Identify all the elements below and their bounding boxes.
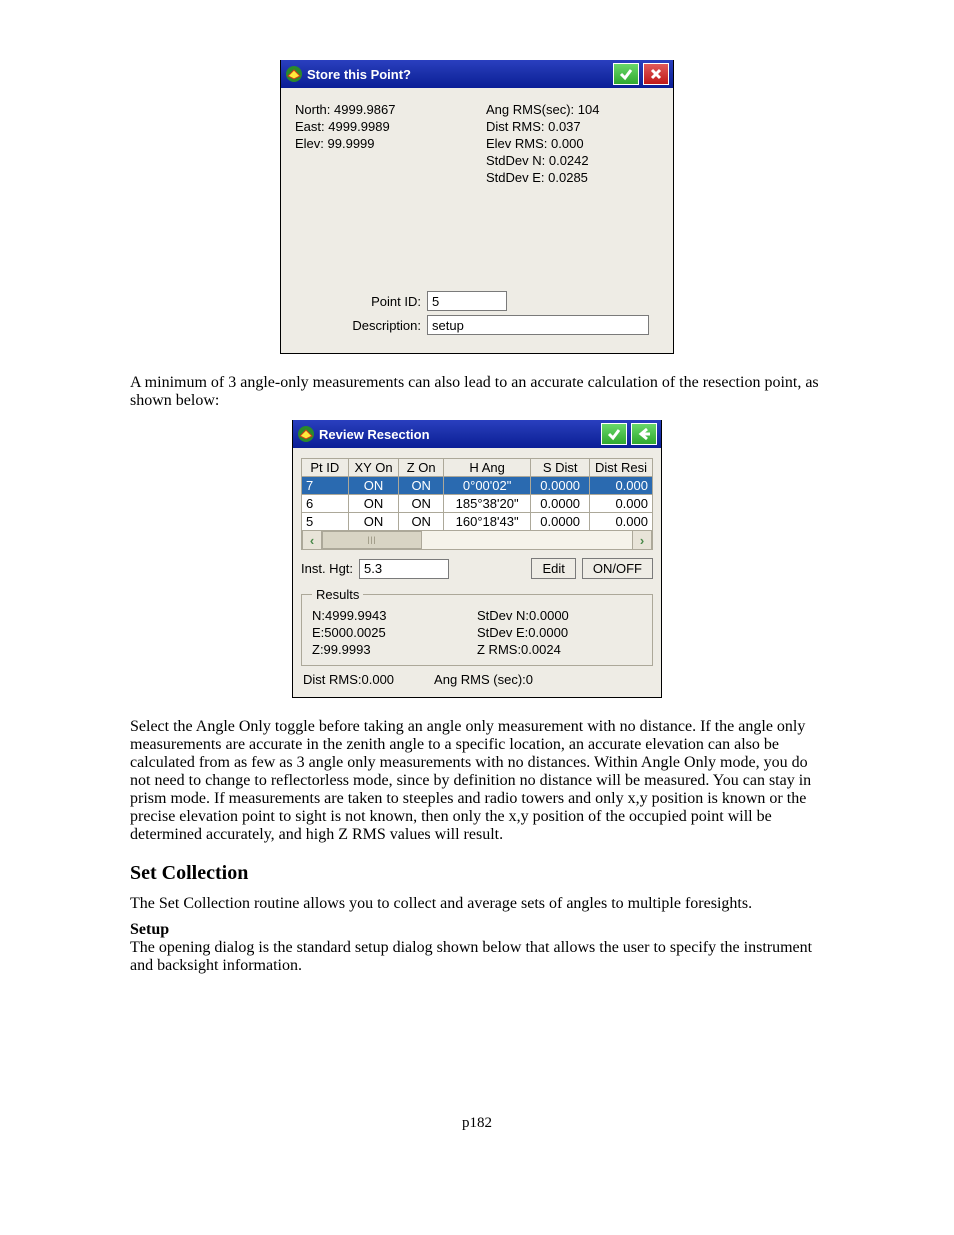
table-cell: 6	[302, 495, 349, 513]
table-row[interactable]: 7ONON0°00'02"0.00000.000	[302, 477, 653, 495]
north-value: North: 4999.9867	[295, 102, 468, 117]
elev-rms-value: Elev RMS: 0.000	[486, 136, 659, 151]
point-id-label: Point ID:	[295, 294, 427, 309]
inst-hgt-label: Inst. Hgt:	[301, 561, 353, 576]
body-paragraph: Setup The opening dialog is the standard…	[130, 921, 824, 975]
point-id-input[interactable]	[427, 291, 507, 311]
description-input[interactable]	[427, 315, 649, 335]
table-cell: 185°38'20"	[444, 495, 531, 513]
table-cell: ON	[399, 513, 444, 531]
app-logo-icon	[297, 425, 315, 443]
scroll-left-icon[interactable]: ‹	[302, 531, 322, 549]
col-zon[interactable]: Z On	[399, 459, 444, 477]
table-cell: ON	[399, 477, 444, 495]
description-label: Description:	[295, 318, 427, 333]
section-heading: Set Collection	[130, 862, 824, 885]
result-n: N:4999.9943	[312, 608, 477, 623]
table-cell: 0.0000	[531, 513, 590, 531]
table-cell: 160°18'43"	[444, 513, 531, 531]
scroll-right-icon[interactable]: ›	[632, 531, 652, 549]
back-button[interactable]	[631, 423, 657, 445]
onoff-button[interactable]: ON/OFF	[582, 558, 653, 579]
review-resection-dialog: Review Resection Pt ID XY On Z On	[292, 420, 662, 698]
ang-rms-value: Ang RMS(sec): 104	[486, 102, 659, 117]
result-zrms: Z RMS:0.0024	[477, 642, 642, 657]
table-row[interactable]: 5ONON160°18'43"0.00000.000	[302, 513, 653, 531]
result-e: E:5000.0025	[312, 625, 477, 640]
table-cell: 0.000	[590, 513, 653, 531]
horizontal-scrollbar[interactable]: ‹ ›	[301, 531, 653, 550]
dialog-title: Store this Point?	[307, 67, 609, 82]
table-cell: ON	[348, 513, 399, 531]
result-ang-rms: Ang RMS (sec):0	[434, 672, 533, 687]
store-point-dialog: Store this Point? North: 4999.9867 East:…	[280, 60, 674, 354]
table-cell: ON	[399, 495, 444, 513]
body-paragraph: Select the Angle Only toggle before taki…	[130, 718, 824, 844]
body-paragraph: The Set Collection routine allows you to…	[130, 895, 824, 913]
table-cell: 7	[302, 477, 349, 495]
table-cell: 0.0000	[531, 495, 590, 513]
edit-button[interactable]: Edit	[531, 558, 575, 579]
table-row[interactable]: 6ONON185°38'20"0.00000.000	[302, 495, 653, 513]
stddev-e-value: StdDev E: 0.0285	[486, 170, 659, 185]
ok-button[interactable]	[613, 63, 639, 85]
dialog-title: Review Resection	[319, 427, 597, 442]
results-group: Results N:4999.9943 StDev N:0.0000 E:500…	[301, 587, 653, 666]
dialog-titlebar: Store this Point?	[281, 60, 673, 88]
coordinate-block: North: 4999.9867 East: 4999.9989 Elev: 9…	[295, 100, 468, 187]
col-dres[interactable]: Dist Resi	[590, 459, 653, 477]
rms-block: Ang RMS(sec): 104 Dist RMS: 0.037 Elev R…	[486, 100, 659, 187]
result-dist-rms: Dist RMS:0.000	[303, 672, 394, 687]
table-cell: 0.000	[590, 495, 653, 513]
body-paragraph: A minimum of 3 angle-only measurements c…	[130, 374, 824, 410]
resection-table[interactable]: Pt ID XY On Z On H Ang S Dist Dist Resi …	[301, 458, 653, 531]
page-number: p182	[130, 1115, 824, 1132]
app-logo-icon	[285, 65, 303, 83]
col-ptid[interactable]: Pt ID	[302, 459, 349, 477]
dist-rms-value: Dist RMS: 0.037	[486, 119, 659, 134]
stddev-n-value: StdDev N: 0.0242	[486, 153, 659, 168]
table-cell: 5	[302, 513, 349, 531]
col-sdist[interactable]: S Dist	[531, 459, 590, 477]
east-value: East: 4999.9989	[295, 119, 468, 134]
cancel-button[interactable]	[643, 63, 669, 85]
result-z: Z:99.9993	[312, 642, 477, 657]
table-cell: 0.0000	[531, 477, 590, 495]
result-stdev-n: StDev N:0.0000	[477, 608, 642, 623]
results-legend: Results	[312, 587, 363, 602]
dialog-titlebar: Review Resection	[293, 420, 661, 448]
scroll-thumb[interactable]	[322, 531, 422, 549]
table-cell: 0°00'02"	[444, 477, 531, 495]
table-cell: 0.000	[590, 477, 653, 495]
table-cell: ON	[348, 477, 399, 495]
inst-hgt-input[interactable]	[359, 559, 449, 579]
table-cell: ON	[348, 495, 399, 513]
col-hang[interactable]: H Ang	[444, 459, 531, 477]
setup-paragraph: The opening dialog is the standard setup…	[130, 939, 812, 974]
result-stdev-e: StDev E:0.0000	[477, 625, 642, 640]
setup-subhead: Setup	[130, 921, 169, 938]
elev-value: Elev: 99.9999	[295, 136, 468, 151]
ok-button[interactable]	[601, 423, 627, 445]
col-xyon[interactable]: XY On	[348, 459, 399, 477]
table-header-row: Pt ID XY On Z On H Ang S Dist Dist Resi	[302, 459, 653, 477]
